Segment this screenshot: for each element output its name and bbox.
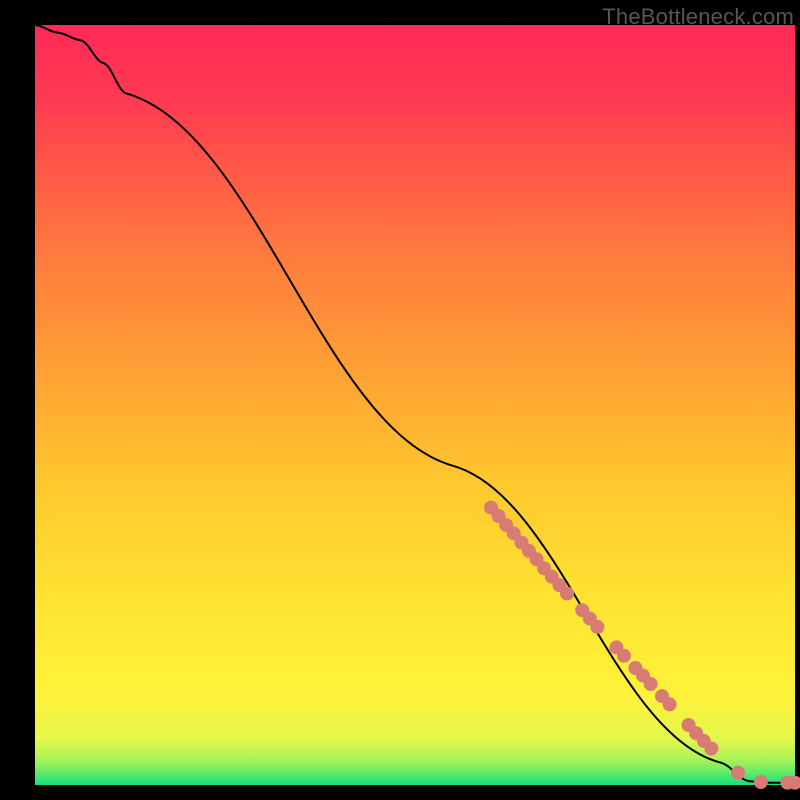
chart-svg [35,25,795,785]
data-point [754,775,768,789]
data-point [644,677,658,691]
marker-group [484,501,800,790]
data-point [560,587,574,601]
chart-frame: TheBottleneck.com [0,0,800,800]
plot-area [35,25,795,785]
data-point [617,649,631,663]
data-point [663,697,677,711]
watermark: TheBottleneck.com [602,4,794,30]
data-point [590,620,604,634]
data-point [704,742,718,756]
data-point [731,766,745,780]
curve-path [35,25,795,783]
